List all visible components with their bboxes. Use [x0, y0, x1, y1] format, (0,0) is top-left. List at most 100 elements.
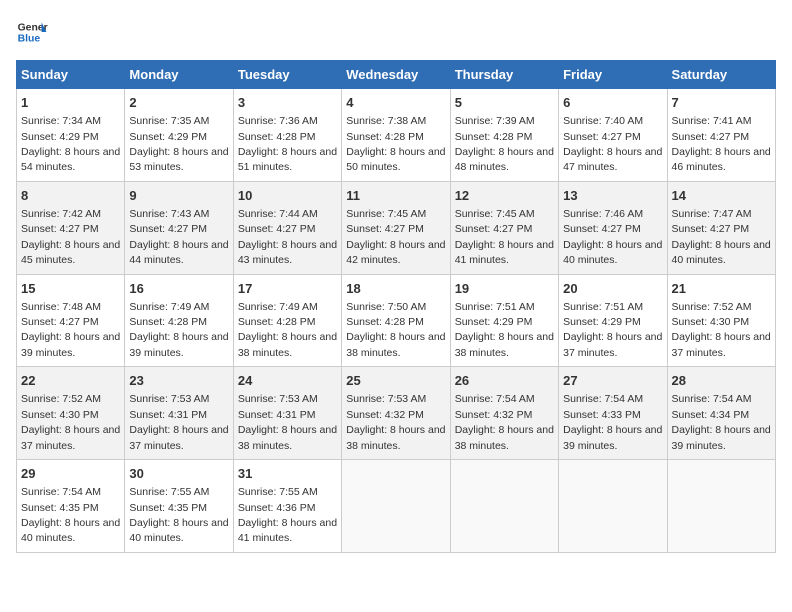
day-info: Sunrise: 7:44 AMSunset: 4:27 PMDaylight:…	[238, 208, 337, 266]
day-info: Sunrise: 7:45 AMSunset: 4:27 PMDaylight:…	[455, 208, 554, 266]
day-info: Sunrise: 7:54 AMSunset: 4:32 PMDaylight:…	[455, 393, 554, 451]
day-number: 16	[129, 280, 228, 298]
calendar-cell: 29 Sunrise: 7:54 AMSunset: 4:35 PMDaylig…	[17, 460, 125, 553]
day-info: Sunrise: 7:52 AMSunset: 4:30 PMDaylight:…	[21, 393, 120, 451]
day-info: Sunrise: 7:35 AMSunset: 4:29 PMDaylight:…	[129, 115, 228, 173]
day-number: 19	[455, 280, 554, 298]
calendar-cell: 16 Sunrise: 7:49 AMSunset: 4:28 PMDaylig…	[125, 274, 233, 367]
calendar-cell: 9 Sunrise: 7:43 AMSunset: 4:27 PMDayligh…	[125, 181, 233, 274]
day-number: 31	[238, 465, 337, 483]
calendar-week-row: 15 Sunrise: 7:48 AMSunset: 4:27 PMDaylig…	[17, 274, 776, 367]
day-number: 14	[672, 187, 771, 205]
day-number: 3	[238, 94, 337, 112]
calendar-cell	[342, 460, 450, 553]
day-number: 30	[129, 465, 228, 483]
calendar-week-row: 29 Sunrise: 7:54 AMSunset: 4:35 PMDaylig…	[17, 460, 776, 553]
day-number: 4	[346, 94, 445, 112]
column-header-monday: Monday	[125, 61, 233, 89]
calendar-cell: 28 Sunrise: 7:54 AMSunset: 4:34 PMDaylig…	[667, 367, 775, 460]
column-header-saturday: Saturday	[667, 61, 775, 89]
calendar-cell: 30 Sunrise: 7:55 AMSunset: 4:35 PMDaylig…	[125, 460, 233, 553]
day-number: 13	[563, 187, 662, 205]
calendar-cell: 24 Sunrise: 7:53 AMSunset: 4:31 PMDaylig…	[233, 367, 341, 460]
calendar-cell: 1 Sunrise: 7:34 AMSunset: 4:29 PMDayligh…	[17, 89, 125, 182]
calendar-cell: 18 Sunrise: 7:50 AMSunset: 4:28 PMDaylig…	[342, 274, 450, 367]
day-info: Sunrise: 7:53 AMSunset: 4:31 PMDaylight:…	[129, 393, 228, 451]
calendar-header-row: SundayMondayTuesdayWednesdayThursdayFrid…	[17, 61, 776, 89]
calendar-cell: 8 Sunrise: 7:42 AMSunset: 4:27 PMDayligh…	[17, 181, 125, 274]
day-info: Sunrise: 7:50 AMSunset: 4:28 PMDaylight:…	[346, 301, 445, 359]
day-info: Sunrise: 7:42 AMSunset: 4:27 PMDaylight:…	[21, 208, 120, 266]
column-header-tuesday: Tuesday	[233, 61, 341, 89]
calendar-cell: 4 Sunrise: 7:38 AMSunset: 4:28 PMDayligh…	[342, 89, 450, 182]
day-number: 18	[346, 280, 445, 298]
day-number: 24	[238, 372, 337, 390]
day-number: 17	[238, 280, 337, 298]
day-number: 25	[346, 372, 445, 390]
day-number: 29	[21, 465, 120, 483]
day-info: Sunrise: 7:40 AMSunset: 4:27 PMDaylight:…	[563, 115, 662, 173]
day-number: 10	[238, 187, 337, 205]
calendar-cell: 11 Sunrise: 7:45 AMSunset: 4:27 PMDaylig…	[342, 181, 450, 274]
day-info: Sunrise: 7:38 AMSunset: 4:28 PMDaylight:…	[346, 115, 445, 173]
day-number: 7	[672, 94, 771, 112]
day-info: Sunrise: 7:34 AMSunset: 4:29 PMDaylight:…	[21, 115, 120, 173]
calendar-cell: 2 Sunrise: 7:35 AMSunset: 4:29 PMDayligh…	[125, 89, 233, 182]
day-info: Sunrise: 7:48 AMSunset: 4:27 PMDaylight:…	[21, 301, 120, 359]
logo-icon: General Blue	[16, 16, 48, 48]
day-info: Sunrise: 7:54 AMSunset: 4:34 PMDaylight:…	[672, 393, 771, 451]
calendar-cell: 25 Sunrise: 7:53 AMSunset: 4:32 PMDaylig…	[342, 367, 450, 460]
day-number: 28	[672, 372, 771, 390]
day-info: Sunrise: 7:53 AMSunset: 4:31 PMDaylight:…	[238, 393, 337, 451]
calendar-cell: 5 Sunrise: 7:39 AMSunset: 4:28 PMDayligh…	[450, 89, 558, 182]
calendar-cell: 7 Sunrise: 7:41 AMSunset: 4:27 PMDayligh…	[667, 89, 775, 182]
day-info: Sunrise: 7:52 AMSunset: 4:30 PMDaylight:…	[672, 301, 771, 359]
calendar-cell: 13 Sunrise: 7:46 AMSunset: 4:27 PMDaylig…	[559, 181, 667, 274]
day-number: 1	[21, 94, 120, 112]
day-number: 21	[672, 280, 771, 298]
day-info: Sunrise: 7:47 AMSunset: 4:27 PMDaylight:…	[672, 208, 771, 266]
day-number: 2	[129, 94, 228, 112]
day-number: 22	[21, 372, 120, 390]
calendar-cell: 31 Sunrise: 7:55 AMSunset: 4:36 PMDaylig…	[233, 460, 341, 553]
day-number: 6	[563, 94, 662, 112]
day-info: Sunrise: 7:36 AMSunset: 4:28 PMDaylight:…	[238, 115, 337, 173]
day-info: Sunrise: 7:39 AMSunset: 4:28 PMDaylight:…	[455, 115, 554, 173]
day-number: 27	[563, 372, 662, 390]
day-number: 5	[455, 94, 554, 112]
day-info: Sunrise: 7:49 AMSunset: 4:28 PMDaylight:…	[238, 301, 337, 359]
calendar-cell: 6 Sunrise: 7:40 AMSunset: 4:27 PMDayligh…	[559, 89, 667, 182]
column-header-wednesday: Wednesday	[342, 61, 450, 89]
day-info: Sunrise: 7:41 AMSunset: 4:27 PMDaylight:…	[672, 115, 771, 173]
day-number: 12	[455, 187, 554, 205]
calendar-cell	[450, 460, 558, 553]
day-info: Sunrise: 7:55 AMSunset: 4:36 PMDaylight:…	[238, 486, 337, 544]
column-header-friday: Friday	[559, 61, 667, 89]
day-info: Sunrise: 7:54 AMSunset: 4:35 PMDaylight:…	[21, 486, 120, 544]
calendar-cell: 10 Sunrise: 7:44 AMSunset: 4:27 PMDaylig…	[233, 181, 341, 274]
day-info: Sunrise: 7:43 AMSunset: 4:27 PMDaylight:…	[129, 208, 228, 266]
day-number: 8	[21, 187, 120, 205]
day-number: 23	[129, 372, 228, 390]
calendar-cell: 21 Sunrise: 7:52 AMSunset: 4:30 PMDaylig…	[667, 274, 775, 367]
calendar-week-row: 8 Sunrise: 7:42 AMSunset: 4:27 PMDayligh…	[17, 181, 776, 274]
day-info: Sunrise: 7:49 AMSunset: 4:28 PMDaylight:…	[129, 301, 228, 359]
calendar-cell: 12 Sunrise: 7:45 AMSunset: 4:27 PMDaylig…	[450, 181, 558, 274]
day-info: Sunrise: 7:51 AMSunset: 4:29 PMDaylight:…	[563, 301, 662, 359]
calendar-cell: 3 Sunrise: 7:36 AMSunset: 4:28 PMDayligh…	[233, 89, 341, 182]
calendar-cell: 19 Sunrise: 7:51 AMSunset: 4:29 PMDaylig…	[450, 274, 558, 367]
page-header: General Blue	[16, 16, 776, 48]
calendar-table: SundayMondayTuesdayWednesdayThursdayFrid…	[16, 60, 776, 553]
calendar-week-row: 22 Sunrise: 7:52 AMSunset: 4:30 PMDaylig…	[17, 367, 776, 460]
calendar-cell: 17 Sunrise: 7:49 AMSunset: 4:28 PMDaylig…	[233, 274, 341, 367]
day-info: Sunrise: 7:51 AMSunset: 4:29 PMDaylight:…	[455, 301, 554, 359]
calendar-week-row: 1 Sunrise: 7:34 AMSunset: 4:29 PMDayligh…	[17, 89, 776, 182]
calendar-cell: 20 Sunrise: 7:51 AMSunset: 4:29 PMDaylig…	[559, 274, 667, 367]
day-info: Sunrise: 7:46 AMSunset: 4:27 PMDaylight:…	[563, 208, 662, 266]
day-number: 9	[129, 187, 228, 205]
day-number: 20	[563, 280, 662, 298]
day-info: Sunrise: 7:53 AMSunset: 4:32 PMDaylight:…	[346, 393, 445, 451]
calendar-cell: 26 Sunrise: 7:54 AMSunset: 4:32 PMDaylig…	[450, 367, 558, 460]
day-info: Sunrise: 7:55 AMSunset: 4:35 PMDaylight:…	[129, 486, 228, 544]
calendar-cell	[559, 460, 667, 553]
